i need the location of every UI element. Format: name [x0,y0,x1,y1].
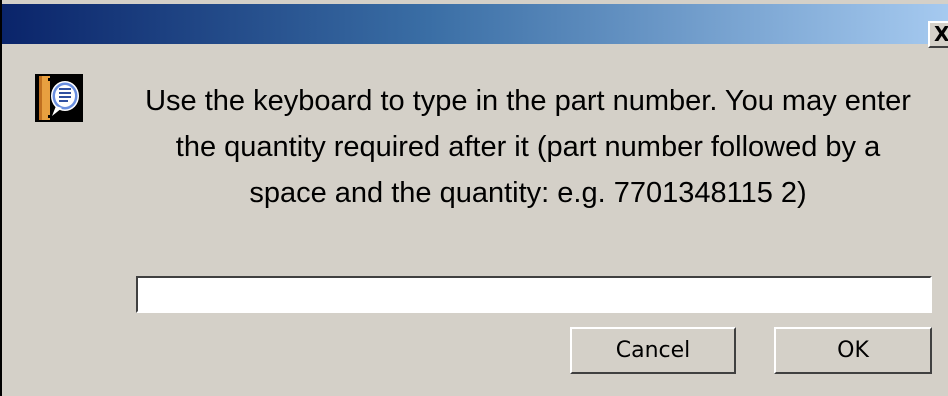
message-line-1: Use the keyboard to type in the part num… [145,85,911,117]
cancel-button[interactable]: Cancel [570,327,736,374]
title-bar[interactable] [2,4,948,44]
info-document-icon [35,74,83,122]
part-number-dialog: X Use the keyboard to type in the part n… [0,0,948,396]
message-line-3: space and the quantity: e.g. 7701348115 … [249,177,807,209]
part-number-input[interactable] [136,276,932,313]
ok-button[interactable]: OK [774,327,932,374]
message-line-2: the quantity required after it (part num… [175,131,881,163]
instruction-message: Use the keyboard to type in the part num… [106,78,948,216]
close-icon[interactable]: X [934,22,948,46]
close-button[interactable]: X [928,21,948,48]
